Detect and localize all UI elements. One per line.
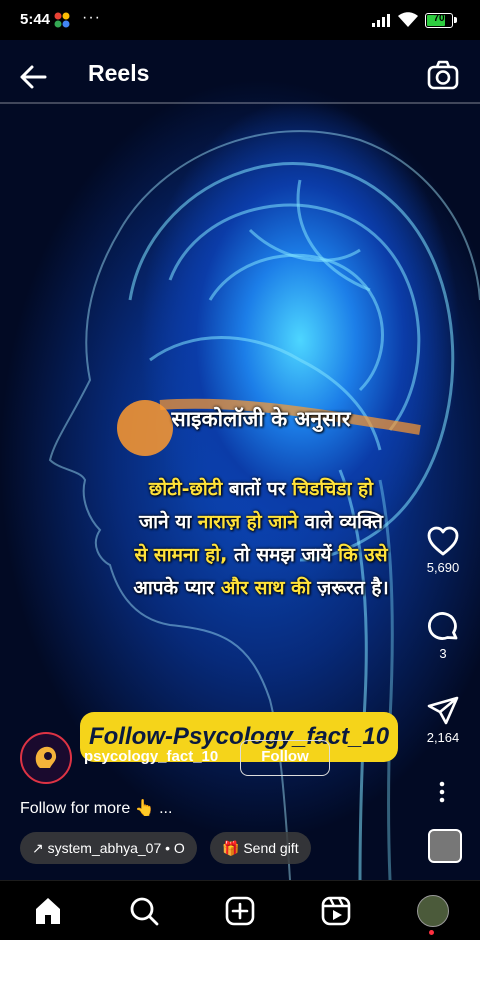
notification-dot [429, 930, 434, 935]
overlay-fragment: वाले व्यक्ति [297, 511, 383, 533]
page-title: Reels [88, 60, 150, 86]
overlay-fragment: और साथ की [220, 577, 311, 599]
comment-icon[interactable] [426, 611, 460, 643]
send-gift-chip[interactable]: 🎁 Send gift [210, 832, 311, 864]
follow-button[interactable]: Follow [240, 740, 330, 776]
reel-caption[interactable]: Follow for more 👆 ... [20, 798, 172, 818]
overlay-fragment: जाने या [139, 511, 198, 533]
overlay-fragment: कि उसे [338, 544, 388, 566]
trending-arrow-icon: ↗ [32, 840, 44, 856]
audio-thumbnail[interactable] [428, 829, 462, 863]
overlay-line-2: जाने या नाराज़ हो जाने वाले व्यक्ति [96, 508, 426, 534]
gift-icon: 🎁 [222, 840, 240, 856]
overlay-fragment: से सामना हो, [134, 544, 228, 566]
send-icon[interactable] [426, 695, 460, 727]
overlay-line-4: आपके प्यार और साथ की ज़रूरत है। [96, 574, 426, 600]
overlay-fragment: आपके प्यार [133, 577, 221, 599]
author-username[interactable]: psycology_fact_10 [84, 748, 218, 765]
overlay-fragment: ज़रूरत है। [310, 577, 389, 599]
header-divider [0, 102, 480, 104]
overlay-line-3: से सामना हो, तो समझ जायें कि उसे [96, 541, 426, 567]
plus-square-icon[interactable] [224, 895, 256, 927]
send-gift-label: Send gift [243, 840, 299, 856]
battery-level: 70 [433, 13, 445, 24]
reels-screen: साइकोलॉजी के अनुसार छोटी-छोटी बातों पर च… [0, 0, 480, 940]
like-count: 5,690 [426, 560, 460, 575]
overlay-fragment: तो समझ जायें [227, 544, 339, 566]
reels-icon[interactable] [320, 895, 352, 927]
share-action[interactable]: 2,164 [420, 695, 466, 745]
overlay-line-1: छोटी-छोटी बातों पर चिडचिडा हो [96, 475, 426, 501]
overlay-fragment: नाराज़ हो जाने [197, 511, 298, 533]
audio-chip[interactable]: ↗ system_abhya_07 • O [20, 832, 197, 864]
bottom-navigation [0, 880, 480, 940]
arrow-left-icon[interactable] [18, 62, 48, 92]
overlay-fragment: बातों पर [222, 478, 293, 500]
audio-label: system_abhya_07 • O [47, 840, 185, 856]
share-count: 2,164 [426, 730, 460, 745]
status-time: 5:44 [20, 11, 51, 28]
battery-indicator: 70 [425, 13, 457, 28]
wifi-icon [398, 12, 418, 27]
like-action[interactable]: 5,690 [420, 525, 466, 575]
signal-icon [372, 14, 390, 27]
comment-action[interactable]: 3 [420, 611, 466, 661]
search-icon[interactable] [128, 895, 160, 927]
camera-icon[interactable] [426, 58, 460, 92]
author-avatar[interactable] [20, 732, 72, 784]
heart-icon[interactable] [426, 525, 460, 557]
psychology-logo-icon [35, 746, 57, 768]
app-notification-icon [54, 12, 70, 28]
more-vertical-icon[interactable] [432, 780, 452, 804]
more-notifications-indicator: ··· [82, 9, 101, 26]
overlay-fragment: चिडचिडा हो [292, 478, 374, 500]
overlay-fragment: छोटी-छोटी [148, 478, 223, 500]
status-bar: 5:44 ··· 70 [0, 0, 480, 40]
home-icon[interactable] [32, 895, 64, 927]
overlay-heading: साइकोलॉजी के अनुसार [171, 407, 351, 431]
profile-avatar[interactable] [417, 895, 449, 927]
comment-count: 3 [439, 646, 447, 661]
reels-header: Reels [0, 40, 480, 110]
